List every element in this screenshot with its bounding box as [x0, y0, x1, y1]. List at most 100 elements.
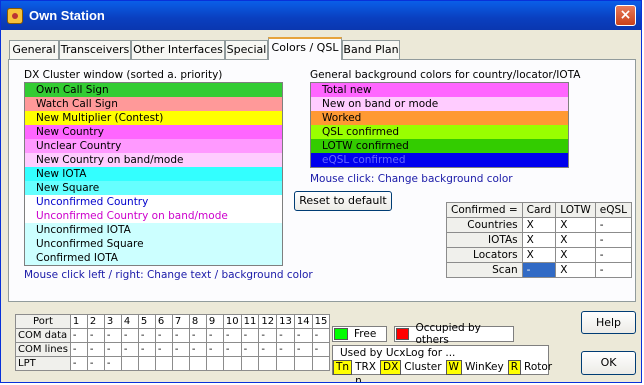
port-cell	[154, 356, 173, 371]
confirmed-cell[interactable]: -	[594, 232, 633, 248]
reset-to-default-button[interactable]: Reset to default	[294, 191, 392, 211]
port-cell: -	[222, 342, 242, 357]
confirmed-cell[interactable]: -	[594, 247, 633, 263]
dx-cluster-color-item[interactable]: Unconfirmed Country on band/mode	[25, 209, 282, 223]
confirmed-cell[interactable]: -	[594, 262, 633, 278]
used-by-key: R	[507, 360, 521, 375]
port-cell: -	[86, 356, 105, 371]
background-color-item[interactable]: LOTW confirmed	[311, 139, 568, 153]
port-cell: -	[69, 342, 88, 357]
confirmed-cell[interactable]: -	[594, 217, 633, 233]
dx-cluster-color-item[interactable]: Unconfirmed Square	[25, 237, 282, 251]
background-color-list: Total new New on band or mode Worked QSL co…	[310, 82, 569, 168]
window-title: Own Station	[29, 8, 105, 23]
port-cell: -	[240, 328, 260, 343]
confirmed-header-cell: Confirmed =	[446, 202, 523, 218]
port-header-cell: 13	[276, 314, 295, 329]
port-cell: -	[311, 342, 331, 357]
tab-special[interactable]: Special	[225, 40, 268, 59]
used-by-label: WinKey	[464, 361, 504, 373]
used-by-label: Cluster	[404, 361, 442, 373]
port-cell: -	[276, 342, 295, 357]
dx-cluster-color-item[interactable]: Unconfirmed IOTA	[25, 223, 282, 237]
dx-cluster-color-item[interactable]: Own Call Sign	[25, 83, 282, 97]
port-header-cell: 11	[240, 314, 260, 329]
tab-general[interactable]: General	[9, 40, 59, 59]
dx-cluster-color-item[interactable]: New Country on band/mode	[25, 153, 282, 167]
port-cell	[293, 356, 313, 371]
tab-band-plan[interactable]: Band Plan	[342, 40, 400, 59]
confirmed-row: Countries X X -	[446, 217, 633, 233]
used-by-key: Tn	[333, 360, 353, 375]
port-header-cell: Port	[15, 314, 71, 329]
port-cell: -	[171, 342, 190, 357]
used-by-label: Rotor	[524, 361, 553, 373]
port-cell	[222, 356, 242, 371]
port-cell: -	[276, 328, 295, 343]
confirmed-header-cell: eQSL	[594, 202, 633, 218]
confirmed-row: Scan - X -	[446, 262, 633, 278]
own-station-window: Own Station × General Transceivers Other…	[0, 0, 642, 383]
port-header-cell: 4	[120, 314, 139, 329]
dx-cluster-color-list: Own Call Sign Watch Call Sign New Multipli…	[24, 82, 283, 266]
port-cell	[240, 356, 260, 371]
used-by-keys: Tn TRX n DX Cluster W WinKey R Rotor	[333, 360, 556, 383]
dx-cluster-color-item[interactable]: Watch Call Sign	[25, 97, 282, 111]
confirmed-cell[interactable]: X	[521, 217, 557, 233]
background-color-item[interactable]: QSL confirmed	[311, 125, 568, 139]
port-cell	[171, 356, 190, 371]
background-color-item[interactable]: Worked	[311, 111, 568, 125]
tab-colors-qsl[interactable]: Colors / QSL	[268, 37, 342, 60]
confirmed-cell[interactable]: X	[521, 247, 557, 263]
port-row: COM data - - - - - - - - - - - - - - -	[15, 328, 331, 343]
confirmed-row: Locators X X -	[446, 247, 633, 263]
port-cell: -	[171, 328, 190, 343]
dx-cluster-color-item[interactable]: New Country	[25, 125, 282, 139]
background-color-item[interactable]: Total new	[311, 83, 568, 97]
port-table: Port 1 2 3 4 5 6 7 8 9 10 11 12 13 14 15 COM data - - - - - - -…	[15, 314, 331, 371]
port-cell	[258, 356, 278, 371]
close-button[interactable]: ×	[615, 5, 636, 26]
port-cell	[205, 356, 224, 371]
port-row: COM lines - - - - - - - - - - - - - - -	[15, 342, 331, 357]
legend-occupied: Occupied by others	[394, 322, 514, 346]
confirmed-cell[interactable]: X	[555, 247, 596, 263]
port-header-cell: 3	[103, 314, 122, 329]
confirmed-cell[interactable]: X	[555, 262, 596, 278]
port-header-cell: 15	[311, 314, 331, 329]
confirmed-row-label: Scan	[446, 262, 523, 278]
legend-free: Free	[332, 326, 387, 342]
background-color-item[interactable]: eQSL confirmed	[311, 153, 568, 167]
port-cell: -	[154, 328, 173, 343]
confirmed-cell[interactable]: X	[555, 217, 596, 233]
port-cell: -	[103, 328, 122, 343]
port-cell: -	[293, 328, 313, 343]
dx-cluster-color-item[interactable]: New IOTA	[25, 167, 282, 181]
port-header-cell: 12	[258, 314, 278, 329]
occupied-swatch	[396, 328, 410, 340]
used-by-key: DX	[379, 360, 402, 375]
used-by-key: W	[445, 360, 462, 375]
dx-cluster-color-item[interactable]: Unclear Country	[25, 139, 282, 153]
help-button[interactable]: Help	[581, 311, 636, 334]
background-color-item[interactable]: New on band or mode	[311, 97, 568, 111]
port-cell: -	[120, 342, 139, 357]
confirmed-cell[interactable]: X	[521, 232, 557, 248]
port-cell: -	[86, 342, 105, 357]
dx-cluster-title: DX Cluster window (sorted a. priority)	[24, 69, 223, 81]
port-header-cell: 14	[293, 314, 313, 329]
dx-cluster-color-item[interactable]: New Multiplier (Contest)	[25, 111, 282, 125]
dx-cluster-color-item[interactable]: New Square	[25, 181, 282, 195]
confirmed-cell[interactable]: -	[521, 262, 557, 278]
tab-transceivers[interactable]: Transceivers	[59, 40, 131, 59]
tab-other-interfaces[interactable]: Other Interfaces	[131, 40, 225, 59]
port-cell: -	[258, 328, 278, 343]
port-row-label: LPT	[15, 356, 71, 371]
used-by-label: TRX n	[355, 361, 376, 383]
dx-cluster-color-item[interactable]: Confirmed IOTA	[25, 251, 282, 265]
confirmed-cell[interactable]: X	[555, 232, 596, 248]
dx-cluster-color-item[interactable]: Unconfirmed Country	[25, 195, 282, 209]
port-cell: -	[69, 328, 88, 343]
port-cell: -	[86, 328, 105, 343]
ok-button[interactable]: OK	[581, 351, 636, 375]
